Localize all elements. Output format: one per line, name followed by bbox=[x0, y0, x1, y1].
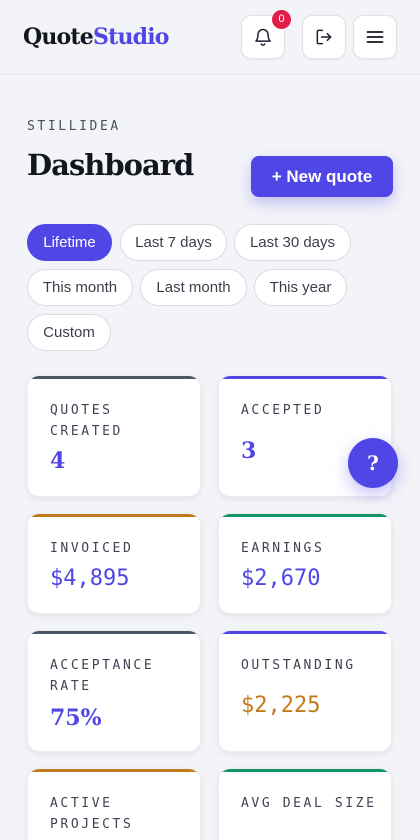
stat-card-acceptance-rate: ACCEPTANCE RATE 75% bbox=[27, 630, 201, 752]
notification-count-badge: 0 bbox=[272, 10, 291, 29]
stat-value: 4 bbox=[50, 448, 66, 474]
card-accent-bar bbox=[28, 769, 200, 772]
filter-chip-this-year[interactable]: This year bbox=[254, 269, 347, 306]
page-title: Dashboard bbox=[27, 148, 194, 182]
app-header: QuoteStudio 0 bbox=[0, 0, 420, 75]
notifications-button[interactable]: 0 bbox=[241, 10, 291, 59]
filter-chip-custom[interactable]: Custom bbox=[27, 314, 111, 351]
new-quote-button[interactable]: + New quote bbox=[251, 156, 393, 197]
stat-label: ACCEPTANCE RATE bbox=[50, 658, 155, 694]
stat-card-quotes-created: QUOTES CREATED 4 bbox=[27, 375, 201, 497]
filter-chip-last-30-days[interactable]: Last 30 days bbox=[234, 224, 351, 261]
stat-card-outstanding: OUTSTANDING $2,225 bbox=[218, 630, 392, 752]
stat-label: QUOTES CREATED bbox=[50, 403, 123, 439]
card-accent-bar bbox=[28, 514, 200, 517]
stat-value: 75% bbox=[50, 705, 102, 731]
stat-label: EARNINGS bbox=[241, 541, 325, 556]
stat-value: $2,670 bbox=[241, 566, 321, 591]
logout-icon bbox=[314, 27, 334, 47]
stat-value: 3 bbox=[241, 438, 257, 464]
stat-card-earnings: EARNINGS $2,670 bbox=[218, 513, 392, 614]
stat-value: $4,895 bbox=[50, 566, 130, 591]
stat-card-invoiced: INVOICED $4,895 bbox=[27, 513, 201, 614]
logo-accent: Studio bbox=[93, 24, 169, 50]
filter-chip-last-month[interactable]: Last month bbox=[140, 269, 247, 306]
logo-primary: Quote bbox=[23, 24, 94, 50]
card-accent-bar bbox=[28, 376, 200, 379]
filter-chip-this-month[interactable]: This month bbox=[27, 269, 133, 306]
stat-card-avg-deal-size: AVG DEAL SIZE bbox=[218, 768, 392, 840]
stat-label: INVOICED bbox=[50, 541, 134, 556]
bell-icon bbox=[253, 27, 273, 47]
stat-label: ACTIVE PROJECTS bbox=[50, 796, 134, 832]
card-accent-bar bbox=[219, 631, 391, 634]
card-accent-bar bbox=[219, 376, 391, 379]
filter-chip-lifetime[interactable]: Lifetime bbox=[27, 224, 112, 261]
workspace-name: STILLIDEA bbox=[27, 119, 121, 134]
card-accent-bar bbox=[28, 631, 200, 634]
menu-button[interactable] bbox=[353, 15, 397, 59]
card-accent-bar bbox=[219, 769, 391, 772]
help-button[interactable]: ? bbox=[348, 438, 398, 488]
stat-label: ACCEPTED bbox=[241, 403, 325, 418]
stat-label: AVG DEAL SIZE bbox=[241, 796, 377, 811]
logout-button[interactable] bbox=[302, 15, 346, 59]
stat-label: OUTSTANDING bbox=[241, 658, 356, 673]
menu-icon bbox=[365, 27, 385, 47]
stat-value: $2,225 bbox=[241, 693, 321, 718]
filter-chip-last-7-days[interactable]: Last 7 days bbox=[120, 224, 227, 261]
stat-card-active-projects: ACTIVE PROJECTS bbox=[27, 768, 201, 840]
app-logo[interactable]: QuoteStudio bbox=[23, 24, 169, 50]
card-accent-bar bbox=[219, 514, 391, 517]
